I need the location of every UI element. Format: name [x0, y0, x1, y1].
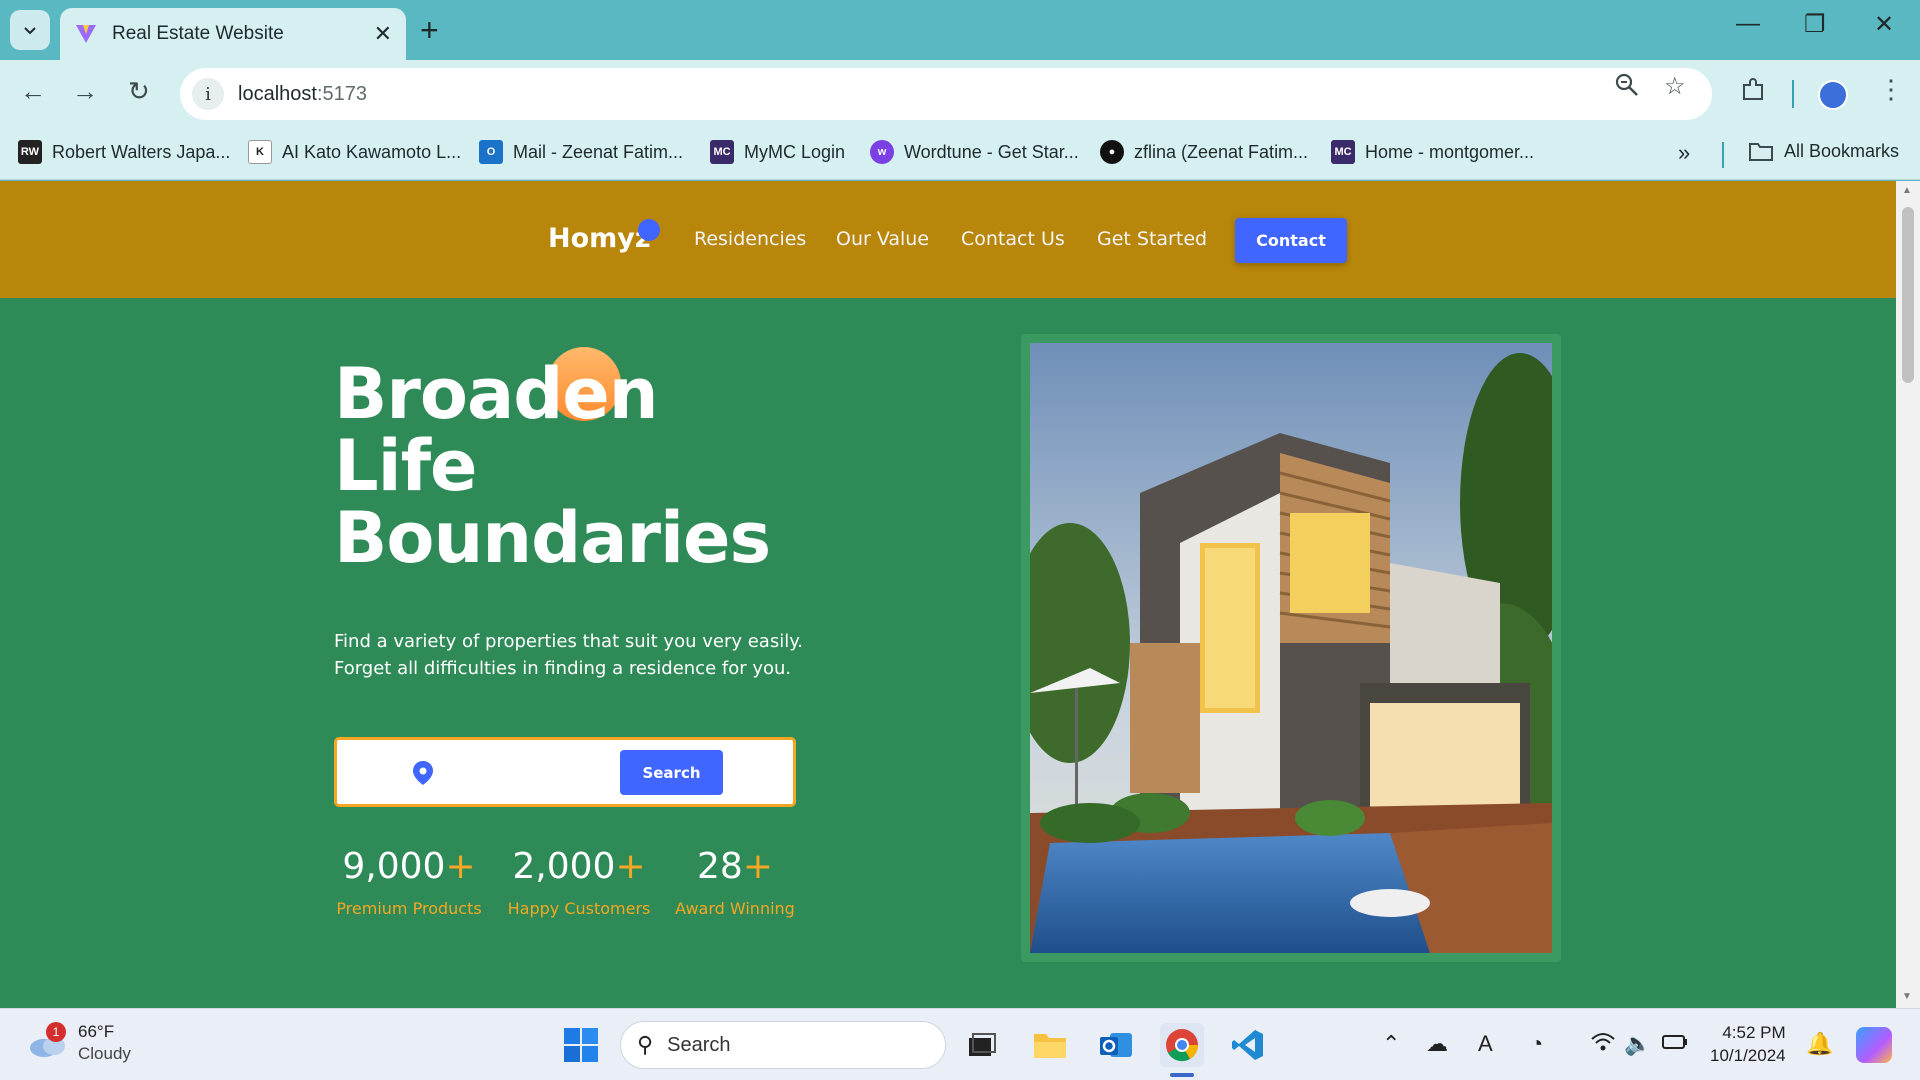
vscode-app-icon[interactable]	[1226, 1023, 1270, 1067]
windows-taskbar: 1 66°F Cloudy ⚲ Search ⌃ ☁ A ◔ 🔈 4:52 PM…	[0, 1008, 1920, 1080]
bookmark-item[interactable]: MC Home - montgomer...	[1331, 140, 1534, 164]
weather-widget[interactable]: 1 66°F Cloudy	[28, 1021, 131, 1065]
page-viewport: Homyz Residencies Our Value Contact Us G…	[0, 181, 1896, 1008]
nav-get-started[interactable]: Get Started	[1097, 228, 1207, 250]
windows-start-icon[interactable]	[563, 1027, 599, 1063]
chrome-app-icon[interactable]	[1160, 1023, 1204, 1067]
search-button[interactable]: Search	[620, 750, 723, 795]
rw-icon: RW	[18, 140, 42, 164]
toolbar-divider	[1792, 80, 1794, 108]
minimize-icon[interactable]: —	[1736, 10, 1760, 38]
bookmark-item[interactable]: O Mail - Zeenat Fatim...	[479, 140, 683, 164]
search-icon: ⚲	[637, 1032, 654, 1057]
url-text: localhost:5173	[238, 82, 367, 105]
address-bar[interactable]: i localhost:5173	[180, 68, 1712, 120]
tab-search-button[interactable]	[10, 10, 50, 50]
temperature: 66°F	[78, 1022, 115, 1041]
copilot-icon[interactable]	[1856, 1027, 1892, 1063]
menu-icon[interactable]: ⋮	[1878, 74, 1904, 105]
scrollbar-thumb[interactable]	[1902, 207, 1914, 383]
site-header: Homyz Residencies Our Value Contact Us G…	[0, 181, 1896, 298]
stat-premium-products: 9,000+ Premium Products	[336, 846, 482, 918]
browser-tab-strip: Real Estate Website ✕ + — ❐ ✕	[0, 0, 1920, 60]
page-scrollbar[interactable]: ▲ ▼	[1896, 181, 1920, 1008]
hero-title: Broaden Life Boundaries	[334, 353, 771, 579]
profile-avatar[interactable]	[1818, 80, 1848, 110]
search-bar: Search	[334, 737, 796, 807]
mc-icon: MC	[710, 140, 734, 164]
volume-icon[interactable]: 🔈	[1624, 1031, 1651, 1057]
close-window-icon[interactable]: ✕	[1874, 10, 1894, 39]
cloud-icon: 1	[28, 1022, 68, 1060]
history-icon[interactable]: ◔	[1530, 1031, 1543, 1057]
back-icon[interactable]: ←	[20, 76, 46, 107]
battery-icon[interactable]	[1662, 1031, 1688, 1057]
browser-tab[interactable]: Real Estate Website ✕	[60, 8, 406, 60]
vite-icon	[76, 25, 96, 43]
reload-icon[interactable]: ↻	[128, 76, 150, 107]
taskbar-search[interactable]: ⚲ Search	[620, 1021, 946, 1069]
stat-award-winning: 28+ Award Winning	[675, 846, 795, 918]
scroll-up-icon[interactable]: ▲	[1902, 185, 1912, 196]
site-info-icon[interactable]: i	[192, 78, 224, 110]
folder-icon	[1749, 143, 1773, 161]
bookmark-item[interactable]: w Wordtune - Get Star...	[870, 140, 1079, 164]
all-bookmarks-button[interactable]: All Bookmarks	[1748, 140, 1899, 162]
hero-image-frame	[1021, 334, 1561, 962]
tab-title: Real Estate Website	[112, 23, 284, 44]
file-explorer-icon[interactable]	[1028, 1023, 1072, 1067]
stat-happy-customers: 2,000+ Happy Customers	[507, 846, 651, 918]
bookmark-item[interactable]: RW Robert Walters Japa...	[18, 140, 230, 164]
bookmarks-bar: RW Robert Walters Japa... K AI Kato Kawamo…	[0, 128, 1920, 180]
bookmark-item[interactable]: K AI Kato Kawamoto L...	[248, 140, 461, 164]
bookmark-item[interactable]: MC MyMC Login	[710, 140, 845, 164]
browser-toolbar: ← → ↻ i localhost:5173 ☆ ⋮	[0, 60, 1920, 128]
notification-bell-icon[interactable]: 🔔	[1806, 1031, 1833, 1057]
search-input[interactable]	[447, 754, 627, 790]
site-logo[interactable]: Homyz	[548, 223, 651, 254]
restore-icon[interactable]: ❐	[1804, 10, 1826, 39]
hero-section: Broaden Life Boundaries Find a variety o…	[0, 298, 1896, 1008]
task-view-icon[interactable]	[960, 1023, 1004, 1067]
weather-condition: Cloudy	[78, 1044, 131, 1063]
more-bookmarks-icon[interactable]: »	[1678, 140, 1690, 166]
close-tab-icon[interactable]: ✕	[374, 21, 392, 47]
kato-icon: K	[248, 140, 272, 164]
forward-icon[interactable]: →	[72, 76, 98, 107]
outlook-app-icon[interactable]	[1094, 1023, 1138, 1067]
active-app-indicator	[1170, 1073, 1194, 1077]
hero-description: Find a variety of properties that suit y…	[334, 631, 804, 679]
bookmark-item[interactable]: ● zflina (Zeenat Fatim...	[1100, 140, 1308, 164]
logo-dot	[638, 219, 660, 241]
bookmark-star-icon[interactable]: ☆	[1664, 72, 1686, 101]
nav-contact-us[interactable]: Contact Us	[961, 228, 1065, 250]
nav-residencies[interactable]: Residencies	[694, 228, 806, 250]
wordtune-icon: w	[870, 140, 894, 164]
github-icon: ●	[1100, 140, 1124, 164]
chevron-down-icon	[24, 27, 36, 35]
onedrive-icon[interactable]: ☁	[1426, 1031, 1448, 1057]
font-icon[interactable]: A	[1478, 1031, 1493, 1057]
weather-badge: 1	[46, 1022, 66, 1042]
zoom-icon[interactable]	[1614, 72, 1640, 105]
location-pin-icon	[413, 761, 433, 785]
nav-our-value[interactable]: Our Value	[836, 228, 929, 250]
extensions-icon[interactable]	[1740, 77, 1766, 110]
house-image	[1030, 343, 1552, 953]
contact-button[interactable]: Contact	[1235, 218, 1347, 263]
wifi-icon[interactable]	[1590, 1031, 1616, 1059]
system-clock[interactable]: 4:52 PM 10/1/2024	[1710, 1021, 1786, 1067]
scroll-down-icon[interactable]: ▼	[1902, 991, 1912, 1002]
bookmarks-divider	[1722, 142, 1724, 168]
show-hidden-icons[interactable]: ⌃	[1382, 1031, 1400, 1057]
mc-icon: MC	[1331, 140, 1355, 164]
new-tab-button[interactable]: +	[420, 12, 439, 48]
outlook-icon: O	[479, 140, 503, 164]
